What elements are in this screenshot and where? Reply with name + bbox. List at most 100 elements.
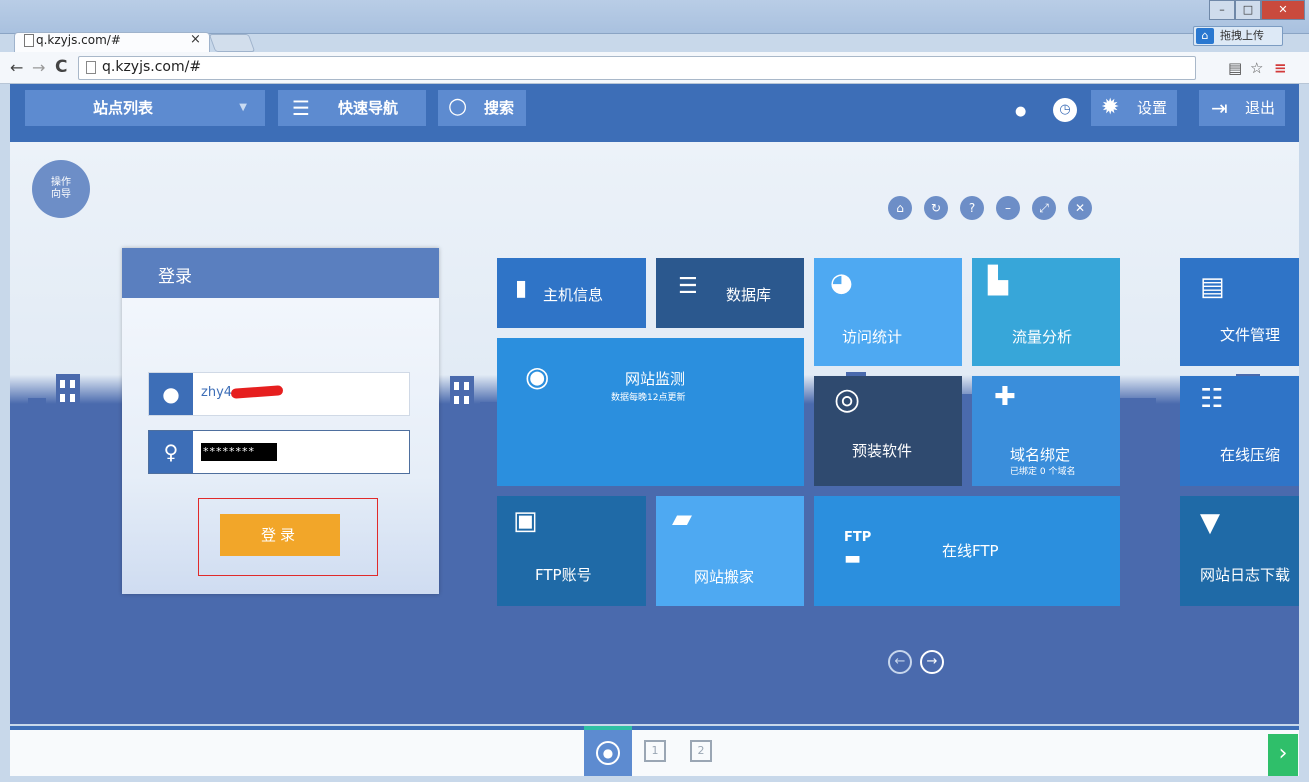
- translate-icon[interactable]: ▤: [1228, 59, 1242, 77]
- ftp-icon: FTP: [844, 530, 872, 545]
- prev-page-icon[interactable]: ←: [888, 650, 912, 674]
- tab-title: q.kzyjs.com/#: [36, 33, 121, 47]
- login-title: 登录: [122, 248, 439, 298]
- menu-icon[interactable]: ≡: [1274, 59, 1287, 77]
- tile-domain-binding[interactable]: ✚ 域名绑定 已绑定 0 个域名: [972, 376, 1120, 486]
- new-tab-button[interactable]: [208, 34, 256, 52]
- close-panel-icon[interactable]: ✕: [1068, 196, 1092, 220]
- tile-online-compress[interactable]: ☷ 在线压缩: [1180, 376, 1299, 486]
- logout-button[interactable]: ⇥ 退出: [1199, 90, 1285, 126]
- fullscreen-icon[interactable]: ⤢: [1032, 196, 1056, 220]
- key-icon: ♀: [149, 431, 193, 473]
- tile-zip-label: 在线压缩: [1220, 446, 1281, 464]
- maximize-icon[interactable]: □: [1235, 0, 1261, 20]
- bar-chart-icon: ▙: [988, 266, 1008, 296]
- tile-monitor-sub: 数据每晚12点更新: [611, 393, 686, 403]
- settings-button[interactable]: ✹ 设置: [1091, 90, 1177, 126]
- user-circle-icon: ●: [596, 741, 620, 765]
- pie-chart-icon: ◕: [830, 268, 853, 298]
- chat-icon[interactable]: ●: [1015, 104, 1033, 119]
- logout-label: 退出: [1245, 99, 1276, 117]
- url-text[interactable]: q.kzyjs.com/#: [102, 59, 201, 75]
- tile-traffic-analysis[interactable]: ▙ 流量分析: [972, 258, 1120, 366]
- login-button[interactable]: 登录: [220, 514, 340, 556]
- username-value[interactable]: zhy4: [201, 385, 232, 400]
- cloud-upload-icon: ⌂: [1196, 28, 1214, 44]
- minimize-icon[interactable]: –: [1209, 0, 1235, 20]
- tile-software-label: 预装软件: [852, 442, 913, 460]
- redaction-mark: [230, 385, 284, 399]
- user-icon: ●: [149, 373, 193, 415]
- search-button[interactable]: ○ 搜索: [438, 90, 526, 126]
- username-field[interactable]: ● zhy4: [148, 372, 410, 416]
- database-icon: ☰: [678, 274, 698, 299]
- tab-close-icon[interactable]: ×: [190, 32, 201, 47]
- password-value[interactable]: ********: [201, 443, 277, 461]
- tile-host-info[interactable]: ▮ 主机信息: [497, 258, 646, 328]
- upload-button[interactable]: ⌂ 拖拽上传: [1193, 26, 1283, 46]
- password-field[interactable]: ♀ ********: [148, 430, 410, 474]
- guide-line-2: 向导: [51, 189, 71, 200]
- forward-arrow-icon[interactable]: →: [32, 58, 45, 77]
- tile-pager: ← →: [888, 650, 944, 674]
- archive-icon: ☷: [1200, 384, 1224, 414]
- tile-ftp-account-label: FTP账号: [535, 566, 592, 584]
- tile-monitor-label: 网站监测: [625, 370, 686, 388]
- tile-host-label: 主机信息: [543, 286, 604, 304]
- tile-ftp-account[interactable]: ▣ FTP账号: [497, 496, 646, 606]
- desktop-page-2[interactable]: 2: [690, 740, 712, 762]
- reload-icon[interactable]: C: [55, 57, 67, 77]
- bookmark-star-icon[interactable]: ☆: [1250, 59, 1263, 77]
- tile-traffic-label: 流量分析: [1012, 328, 1073, 346]
- ftp-drive-icon: ▬: [844, 548, 862, 569]
- tile-online-ftp-label: 在线FTP: [942, 542, 999, 560]
- tile-visit-label: 访问统计: [842, 328, 903, 346]
- login-panel: 登录 ● zhy4 ♀ ******** 登录: [122, 248, 439, 594]
- eye-icon: ◉: [525, 360, 550, 393]
- server-icon: ▮: [515, 276, 528, 301]
- back-arrow-icon[interactable]: ←: [10, 58, 23, 77]
- quick-nav-label: 快速导航: [338, 99, 399, 117]
- tile-online-ftp[interactable]: FTP ▬ 在线FTP: [814, 496, 1120, 606]
- user-desktop-button[interactable]: ●: [584, 726, 632, 776]
- tile-file-manager[interactable]: ▤ 文件管理: [1180, 258, 1299, 366]
- tile-site-monitor[interactable]: ◉ 网站监测 数据每晚12点更新: [497, 338, 804, 486]
- taskbar: ● 1 2 ›: [10, 726, 1299, 776]
- quick-nav-button[interactable]: ☰ 快速导航: [278, 90, 426, 126]
- tile-database[interactable]: ☰ 数据库: [656, 258, 804, 328]
- browser-titlebar: [0, 0, 1309, 34]
- tile-log-download[interactable]: ▼ 网站日志下载: [1180, 496, 1299, 606]
- tile-site-move[interactable]: ▰ 网站搬家: [656, 496, 804, 606]
- tile-move-label: 网站搬家: [694, 568, 755, 586]
- operation-guide-button[interactable]: 操作 向导: [32, 160, 90, 218]
- minimize-panel-icon[interactable]: –: [996, 196, 1020, 220]
- tile-preinstalled-software[interactable]: ◎ 预装软件: [814, 376, 962, 486]
- site-list-dropdown[interactable]: 站点列表 ▼: [25, 90, 265, 126]
- guide-line-1: 操作: [51, 177, 71, 188]
- refresh-icon[interactable]: ↻: [924, 196, 948, 220]
- truck-icon: ▰: [672, 504, 692, 534]
- address-bar[interactable]: [78, 56, 1196, 80]
- logout-icon: ⇥: [1211, 96, 1228, 120]
- tile-domain-label: 域名绑定: [1010, 446, 1071, 464]
- file-icon: ▤: [1200, 272, 1225, 302]
- tile-visit-stats[interactable]: ◕ 访问统计: [814, 258, 962, 366]
- panel-controls: ⌂ ↻ ? – ⤢ ✕: [888, 196, 1092, 220]
- home-icon[interactable]: ⌂: [888, 196, 912, 220]
- url-page-icon: [86, 61, 96, 74]
- window-close-icon[interactable]: ✕: [1261, 0, 1305, 20]
- upload-label: 拖拽上传: [1220, 29, 1264, 42]
- search-label: 搜索: [484, 99, 515, 117]
- help-icon[interactable]: ?: [960, 196, 984, 220]
- add-file-icon: ✚: [994, 382, 1016, 412]
- tile-domain-sub: 已绑定 0 个域名: [1010, 467, 1076, 477]
- tile-database-label: 数据库: [726, 286, 772, 304]
- chevron-right-icon[interactable]: ›: [1268, 734, 1298, 776]
- next-page-icon[interactable]: →: [920, 650, 944, 674]
- site-list-label: 站点列表: [93, 99, 154, 117]
- clock-icon[interactable]: ◷: [1053, 98, 1077, 122]
- download-file-icon: ▼: [1200, 508, 1220, 538]
- disc-icon: ◎: [834, 382, 861, 417]
- chevron-down-icon: ▼: [239, 102, 247, 113]
- desktop-page-1[interactable]: 1: [644, 740, 666, 762]
